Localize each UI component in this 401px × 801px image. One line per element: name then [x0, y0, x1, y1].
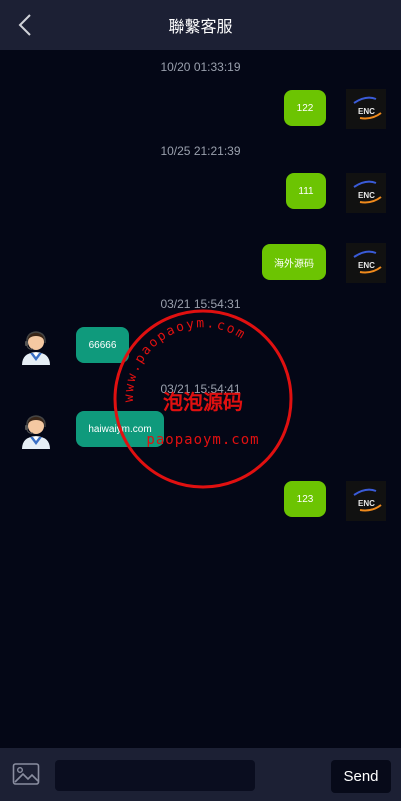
outgoing-message-bubble[interactable]: 122 — [284, 90, 326, 126]
message-timestamp: 10/25 21:21:39 — [160, 144, 241, 158]
support-agent-icon — [22, 331, 50, 365]
image-icon — [12, 763, 40, 785]
agent-avatar — [16, 411, 56, 451]
chevron-left-icon — [18, 14, 31, 36]
incoming-message-bubble[interactable]: 66666 — [76, 327, 129, 363]
user-avatar: ENC — [346, 89, 386, 129]
user-avatar: ENC — [346, 173, 386, 213]
support-agent-icon — [22, 415, 50, 449]
page-title: 聯繫客服 — [168, 17, 233, 36]
message-timestamp: 10/20 01:33:19 — [160, 60, 241, 74]
user-avatar: ENC — [346, 243, 386, 283]
back-button[interactable] — [12, 12, 38, 38]
composer-bar: Send — [0, 748, 401, 801]
chat-header: 聯繫客服 — [0, 0, 401, 50]
user-avatar: ENC — [346, 481, 386, 521]
enc-logo-icon: ENC — [353, 250, 382, 274]
svg-text:ENC: ENC — [358, 107, 375, 116]
message-list[interactable]: 10/20 01:33:19 122 ENC 10/25 21:21:39 11… — [0, 50, 401, 748]
svg-text:ENC: ENC — [358, 499, 375, 508]
svg-text:ENC: ENC — [358, 261, 375, 270]
outgoing-message-bubble[interactable]: 海外源码 — [262, 244, 326, 280]
message-timestamp: 03/21 15:54:31 — [160, 297, 241, 311]
svg-text:ENC: ENC — [358, 191, 375, 200]
outgoing-message-bubble[interactable]: 123 — [284, 481, 326, 517]
incoming-message-bubble[interactable]: haiwaiym.com — [76, 411, 164, 447]
enc-logo-icon: ENC — [353, 180, 382, 204]
send-button[interactable]: Send — [331, 760, 391, 793]
agent-avatar — [16, 327, 56, 367]
image-upload-button[interactable] — [12, 762, 40, 786]
message-input[interactable] — [55, 760, 255, 791]
enc-logo-icon: ENC — [353, 488, 382, 512]
enc-logo-icon: ENC — [353, 96, 382, 120]
outgoing-message-bubble[interactable]: 111 — [286, 173, 326, 209]
message-timestamp: 03/21 15:54:41 — [160, 382, 241, 396]
